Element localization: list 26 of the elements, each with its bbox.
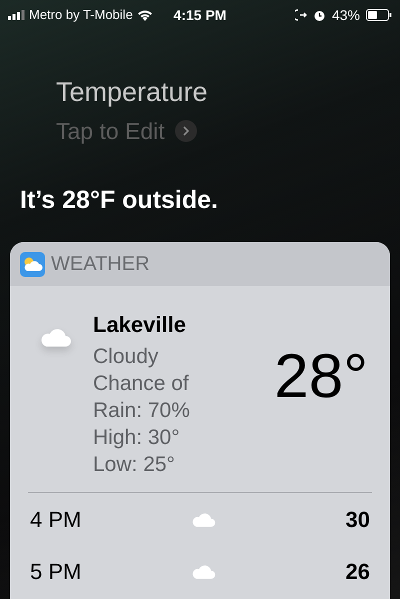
alarm-icon xyxy=(312,8,326,22)
hour-label: 5 PM xyxy=(30,558,82,586)
weather-detail: Low: 25° xyxy=(93,452,176,478)
location-name: Lakeville xyxy=(93,312,187,338)
hour-temperature: 26 xyxy=(346,558,370,586)
weather-app-icon xyxy=(20,252,45,276)
tap-to-edit-link[interactable]: Tap to Edit xyxy=(56,117,197,145)
wifi-icon xyxy=(136,9,153,21)
weather-detail: High: 30° xyxy=(93,425,181,451)
clock-time: 4:15 PM xyxy=(174,6,226,24)
call-forward-icon xyxy=(294,9,307,21)
signal-icon xyxy=(8,10,25,20)
siri-response: It’s 28°F outside. xyxy=(19,185,219,215)
hour-temperature: 30 xyxy=(346,506,370,534)
app-name: WEATHER xyxy=(51,252,150,277)
weather-detail: Cloudy xyxy=(93,344,160,370)
carrier-name: Metro by T-Mobile xyxy=(29,6,133,24)
battery-icon xyxy=(366,9,392,21)
cloud-icon xyxy=(190,562,216,580)
chevron-icon xyxy=(174,120,197,142)
battery-percent: 43% xyxy=(332,6,360,24)
weather-detail: Chance of Rain: 70% xyxy=(93,371,191,424)
cloud-icon xyxy=(190,510,216,528)
query-text: Temperature xyxy=(56,76,209,108)
hour-label: 4 PM xyxy=(30,506,82,534)
current-temperature: 28° xyxy=(274,342,368,413)
